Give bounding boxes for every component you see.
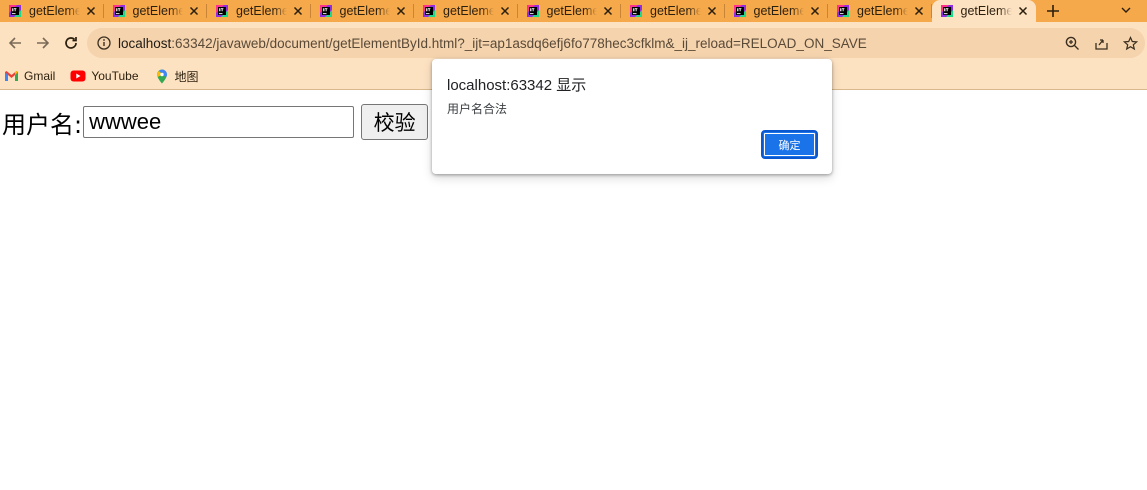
dialog-message: 用户名合法 [447,102,508,116]
reload-icon [65,36,77,49]
dialog-title: localhost:63342 显示 [447,77,587,94]
bookmark-label: YouTube [91,69,139,83]
close-icon [1018,6,1027,16]
username-input[interactable] [83,106,355,138]
tab-title: getElementById.html [546,4,598,18]
tab-close-button[interactable] [394,4,408,18]
url-host: localhost [118,35,172,51]
jetbrains-favicon-icon [940,4,954,18]
tab-title: getElementById.html [443,4,494,18]
tab-strip: getElementById.html getElementById.html ge… [0,0,1147,22]
tab-close-button[interactable] [601,4,615,18]
browser-tab[interactable]: getElementById.html [828,0,932,22]
new-tab-button[interactable] [1036,0,1070,22]
browser-tab[interactable]: getElementById.html [104,0,208,22]
share-button[interactable] [1091,32,1112,54]
tab-close-button[interactable] [187,4,201,18]
plus-icon [1046,5,1059,17]
close-icon [707,6,716,16]
maps-icon [154,69,170,83]
url-text: localhost:63342/javaweb/document/getElem… [118,36,867,51]
tab-title: getElementById.html [29,4,80,18]
browser-toolbar: localhost:63342/javaweb/document/getElem… [0,22,1147,63]
browser-tab[interactable]: getElementById.html [725,0,829,22]
gmail-icon [3,69,19,83]
close-icon [603,6,613,16]
browser-tab[interactable]: getElementById.html [0,0,104,22]
username-form: 用户名: 校验 [2,104,429,140]
browser-tab[interactable]: getElementById.html [207,0,311,22]
jetbrains-favicon-icon [733,4,747,18]
tab-close-button[interactable] [84,4,98,18]
bookmark-label: Gmail [24,69,56,83]
browser-tab[interactable]: getElementById.html [931,0,1036,22]
close-icon [396,6,406,16]
youtube-icon [70,69,86,83]
forward-button[interactable] [28,28,58,58]
jetbrains-favicon-icon [836,4,850,18]
browser-tab[interactable]: getElementById.html [518,0,622,22]
tab-title: getElementById.html [753,4,805,18]
tab-close-button[interactable] [705,4,719,18]
bookmark-maps[interactable]: 地图 [154,68,199,85]
tab-title: getElementById.html [650,4,701,18]
jetbrains-favicon-icon [215,4,229,18]
bookmark-star-button[interactable] [1120,32,1141,54]
bookmark-label: 地图 [174,69,199,84]
alert-dialog: localhost:63342 显示 用户名合法 确定 [432,59,832,174]
reload-button[interactable] [56,28,86,58]
jetbrains-favicon-icon [422,4,436,18]
tab-search-button[interactable] [1119,2,1133,16]
jetbrains-favicon-icon [629,4,643,18]
zoom-icon [1065,36,1079,50]
tab-close-button[interactable] [1016,4,1030,18]
tab-close-button[interactable] [291,4,305,18]
zoom-button[interactable] [1062,32,1083,54]
tab-title: getElementById.html [857,4,908,18]
bookmark-gmail[interactable]: Gmail [3,69,55,83]
tab-title: getElementById.html [132,4,184,18]
close-icon [500,6,509,16]
close-icon [189,6,199,16]
browser-tab[interactable]: getElementById.html [311,0,415,22]
browser-tab[interactable]: getElementById.html [414,0,518,22]
jetbrains-favicon-icon [8,4,22,18]
jetbrains-favicon-icon [112,4,126,18]
check-button[interactable]: 校验 [361,104,429,140]
close-icon [914,6,923,16]
star-icon [1123,35,1138,50]
jetbrains-favicon-icon [319,4,333,18]
browser-tab[interactable]: getElementById.html [621,0,725,22]
close-icon [86,6,95,16]
close-icon [810,6,820,16]
tab-close-button[interactable] [912,4,926,18]
jetbrains-favicon-icon [526,4,540,18]
tab-close-button[interactable] [498,4,512,18]
site-info-icon[interactable] [96,35,112,51]
back-button[interactable] [0,28,30,58]
url-path: :63342/javaweb/document/getElementById.h… [171,35,867,51]
tab-close-button[interactable] [808,4,822,18]
tab-title: getElementById.html [236,4,287,18]
tab-title: getElementById.html [339,4,391,18]
arrow-left-icon [8,36,21,49]
bookmark-youtube[interactable]: YouTube [70,69,139,83]
tab-title: getElementById.html [960,4,1012,18]
username-label: 用户名: [2,110,83,139]
arrow-right-icon [37,36,50,49]
address-bar[interactable]: localhost:63342/javaweb/document/getElem… [87,28,1145,58]
close-icon [293,6,302,16]
share-icon [1095,38,1108,50]
chevron-down-icon [1121,7,1131,13]
dialog-ok-button[interactable]: 确定 [761,130,818,159]
